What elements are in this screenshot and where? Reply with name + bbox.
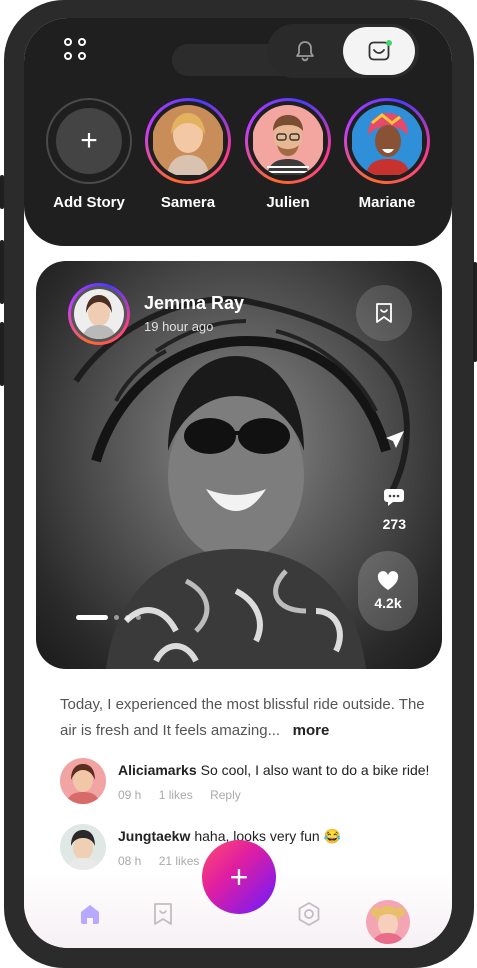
comment-item: Aliciamarks So cool, I also want to do a … — [60, 758, 440, 806]
reply-link[interactable]: Reply — [210, 788, 241, 802]
top-bar: + Add Story Samera Julien Mariane — [24, 18, 452, 246]
avatar[interactable] — [60, 758, 106, 804]
plus-icon: + — [56, 108, 122, 174]
send-icon — [386, 431, 404, 448]
story-samera[interactable]: Samera — [143, 98, 233, 211]
comment-meta: 08 h 21 likes — [118, 854, 213, 868]
story-label: Samera — [160, 194, 216, 211]
side-button — [0, 175, 4, 209]
image-pager[interactable] — [76, 615, 141, 620]
side-button — [0, 322, 4, 386]
comment-likes[interactable]: 1 likes — [159, 788, 193, 802]
avatar — [152, 105, 224, 177]
pager-dot[interactable] — [114, 615, 119, 620]
post-caption: Today, I experienced the most blissful r… — [60, 692, 430, 744]
add-story-ring: + — [46, 98, 132, 184]
icon-tray — [267, 24, 419, 78]
home-icon — [81, 905, 99, 924]
story-julien[interactable]: Julien — [243, 98, 333, 211]
pager-dot-active[interactable] — [76, 615, 108, 620]
post-card[interactable]: Jemma Ray 19 hour ago 273 4.2k — [36, 261, 442, 669]
create-post-button[interactable]: + — [202, 840, 276, 914]
nav-profile-avatar[interactable] — [366, 900, 410, 944]
more-link[interactable]: more — [293, 722, 330, 739]
online-dot — [386, 40, 392, 46]
comment-author-name[interactable]: Jungtaekw — [118, 828, 190, 844]
comment-time: 08 h — [118, 854, 142, 868]
story-label: Julien — [266, 194, 310, 211]
comment-icon — [384, 489, 405, 506]
avatar — [74, 289, 124, 339]
pager-dot[interactable] — [136, 615, 141, 620]
avatar — [351, 105, 423, 177]
author-name[interactable]: Jemma Ray — [144, 293, 244, 314]
author-avatar[interactable] — [68, 283, 130, 345]
caption-text: Today, I experienced the most blissful r… — [60, 696, 425, 739]
grid-dots-icon[interactable] — [64, 38, 90, 64]
side-button — [0, 240, 4, 304]
story-add[interactable]: + Add Story — [44, 98, 134, 211]
story-label: Add Story — [53, 194, 125, 211]
settings-icon — [298, 902, 320, 926]
nav-home[interactable] — [70, 894, 110, 934]
comment-author: Aliciamarks So cool, I also want to do a … — [118, 762, 429, 778]
story-label: Mariane — [358, 194, 416, 211]
likes-count: 4.2k — [374, 595, 402, 611]
comment-time: 09 h — [118, 788, 142, 802]
side-button — [473, 262, 477, 362]
share-button[interactable] — [384, 429, 406, 456]
nav-bookmarks[interactable] — [143, 894, 183, 934]
comment-likes[interactable]: 21 likes — [159, 854, 200, 868]
avatar[interactable] — [60, 824, 106, 870]
avatar — [252, 105, 324, 177]
post-time: 19 hour ago — [144, 319, 214, 334]
comment-text: So cool, I also want to do a bike ride! — [200, 762, 430, 778]
comment-author-name[interactable]: Aliciamarks — [118, 762, 197, 778]
like-button[interactable]: 4.2k — [358, 551, 418, 631]
comment-meta: 09 h 1 likes Reply — [118, 788, 255, 802]
nav-settings[interactable] — [289, 894, 329, 934]
bookmark-icon — [376, 303, 392, 323]
comment-text: haha, looks very fun 😂 — [194, 828, 341, 844]
app-screen: + Add Story Samera Julien Mariane Jemma … — [24, 18, 452, 948]
heart-icon — [377, 571, 399, 590]
bell-icon[interactable] — [289, 35, 321, 67]
comments-button[interactable]: 273 — [383, 487, 406, 532]
inbox-button[interactable] — [343, 27, 415, 75]
comments-count: 273 — [382, 516, 406, 532]
bookmark-button[interactable] — [356, 285, 412, 341]
story-mariane[interactable]: Mariane — [342, 98, 432, 211]
add-icon: + — [229, 858, 249, 895]
pager-dot[interactable] — [125, 615, 130, 620]
bookmark-icon — [154, 903, 172, 925]
